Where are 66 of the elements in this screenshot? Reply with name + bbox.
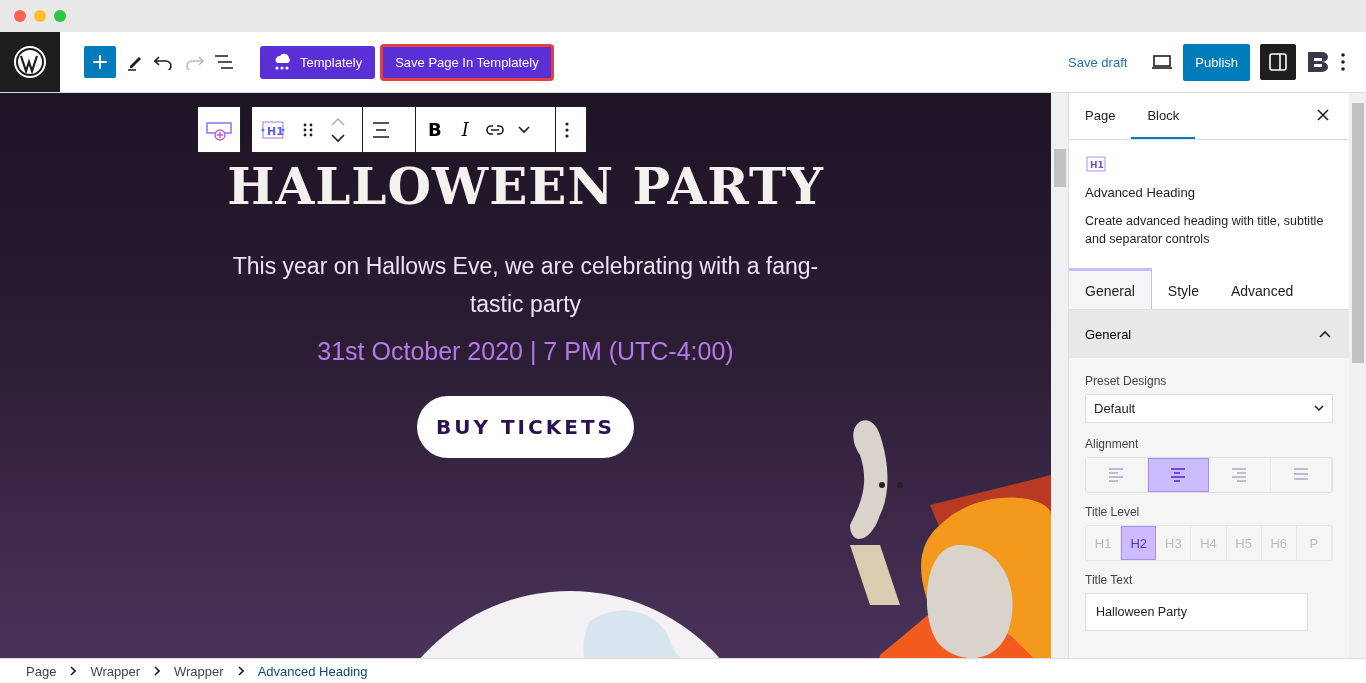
panel-header[interactable]: General <box>1069 310 1349 358</box>
align-right-icon <box>1230 467 1249 483</box>
laptop-icon[interactable] <box>1151 54 1174 70</box>
undo-icon[interactable] <box>154 54 174 70</box>
event-date-text: 31st October 2020 | 7 PM (UTC-4:00) <box>317 337 734 366</box>
title-level-option[interactable]: H2 <box>1121 526 1157 560</box>
more-options-icon[interactable] <box>563 120 570 139</box>
breadcrumb-link[interactable]: Wrapper <box>90 663 140 679</box>
field-label: Preset Designs <box>1085 374 1168 388</box>
breadcrumb-link[interactable]: Advanced Heading <box>257 663 368 679</box>
sidebar-tab[interactable]: Block <box>1131 93 1196 139</box>
align-left-icon <box>1107 467 1126 483</box>
more-options-icon[interactable] <box>1340 52 1346 72</box>
publish-button[interactable]: Publish <box>1183 43 1250 81</box>
field-label: Title Level <box>1085 505 1141 519</box>
move-up-down-icon[interactable] <box>330 116 346 143</box>
chevron-right-icon <box>70 666 77 676</box>
sidebar-tab[interactable]: Page <box>1069 93 1132 139</box>
breadcrumb-link[interactable]: Page <box>26 663 57 679</box>
field-label: Alignment <box>1085 437 1140 451</box>
save-draft-link[interactable]: Save draft <box>1062 53 1134 71</box>
field-label: Title Text <box>1085 573 1134 587</box>
align-center-icon <box>1169 467 1188 483</box>
buy-tickets-button[interactable]: BUY TICKETS <box>417 396 634 458</box>
block-title: Advanced Heading <box>1085 185 1196 200</box>
panel-title: General <box>1085 326 1132 342</box>
chevron-up-icon <box>1319 330 1331 338</box>
heading-block-icon[interactable]: H1 <box>260 119 286 140</box>
save-page-button[interactable]: Save Page In Templately <box>380 43 554 81</box>
logo-button[interactable] <box>0 32 60 92</box>
list-view-icon[interactable] <box>214 54 234 70</box>
templately-button[interactable]: Templately <box>260 45 376 79</box>
heading-block-icon: H1 <box>1085 156 1107 172</box>
window-control-dot[interactable] <box>14 10 26 22</box>
italic-button[interactable]: I <box>457 119 473 140</box>
align-center-icon[interactable] <box>371 120 391 139</box>
select-value: Default <box>1094 401 1136 416</box>
wordpress-logo-icon <box>13 45 47 79</box>
window-control-dot[interactable] <box>54 10 66 22</box>
bold-button[interactable]: B <box>424 119 446 140</box>
chevron-down-icon <box>1314 405 1324 412</box>
letter-b-logo-icon[interactable] <box>1306 50 1330 74</box>
drag-handle-icon[interactable] <box>302 121 314 138</box>
title-text-field[interactable]: Halloween Party <box>1085 593 1308 631</box>
title-level-control[interactable]: H1 H2 H3 H4 H5 H6 P <box>1085 525 1333 561</box>
chevron-down-icon[interactable] <box>516 124 531 135</box>
link-icon[interactable] <box>484 123 505 136</box>
align-justify-icon <box>1291 467 1310 483</box>
heading-text: HALLOWEEN PARTY <box>227 157 824 217</box>
plus-icon <box>92 54 108 70</box>
breadcrumb-link[interactable]: Wrapper <box>174 663 224 679</box>
settings-tab[interactable]: General <box>1069 268 1152 309</box>
scrollbar[interactable] <box>1051 93 1068 658</box>
window-control-dot[interactable] <box>34 10 46 22</box>
alignment-option[interactable] <box>1147 458 1209 492</box>
chevron-right-icon <box>154 666 160 676</box>
sidebar-icon <box>1269 53 1287 71</box>
block-description: Create advanced heading with title, subtitle and separator controls <box>1085 213 1325 248</box>
subtitle-text: This year on Hallows Eve, we are celebrating with a fang-tastic party <box>231 252 820 319</box>
scrollbar[interactable] <box>1349 93 1366 658</box>
close-icon <box>1317 108 1329 121</box>
chevron-right-icon <box>237 666 244 676</box>
add-block-button[interactable] <box>84 46 116 78</box>
block-type-button[interactable] <box>197 106 241 153</box>
sidebar-toggle-button[interactable] <box>1260 44 1296 80</box>
preset-select[interactable]: Default <box>1085 394 1333 423</box>
